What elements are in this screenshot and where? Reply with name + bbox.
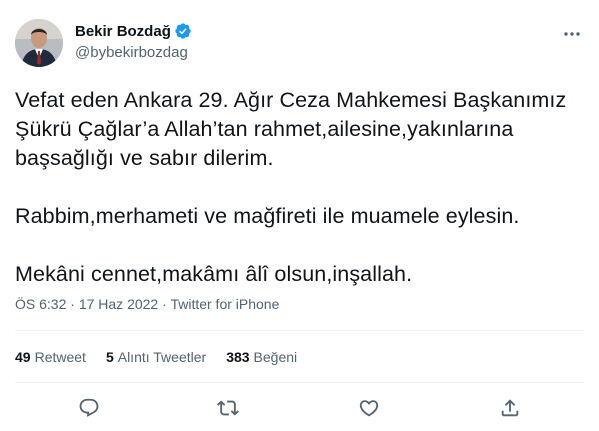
tweet-paragraph: Mekâni cennet,makâmı âlî olsun,inşallah. [15,262,413,286]
divider [15,382,584,383]
more-dots-icon [564,32,580,36]
heart-icon [359,400,379,417]
meta-separator: · [70,296,79,312]
share-button[interactable] [498,396,522,420]
like-button[interactable] [357,396,381,420]
share-icon [501,399,519,417]
tweet-source[interactable]: Twitter for iPhone [170,296,279,312]
reply-button[interactable] [77,396,101,420]
verified-badge-icon [174,22,192,40]
retweets-count: 49 [15,349,31,365]
tweet-date[interactable]: 17 Haz 2022 [79,296,158,312]
retweet-icon [217,400,239,416]
quotes-label: Alıntı Tweetler [117,349,207,365]
display-name[interactable]: Bekir Bozdağ [75,23,171,40]
tweet-card: Bekir Bozdağ @bybekirbozdag Vefat eden A… [0,0,599,431]
tweet-paragraph: Vefat eden Ankara 29. Ağır Ceza Mahkemes… [15,88,567,170]
likes-count: 383 [226,349,250,365]
author-name-row[interactable]: Bekir Bozdağ [75,22,192,40]
reply-icon [79,398,99,417]
likes-label: Beğeni [253,349,298,365]
author-handle[interactable]: @bybekirbozdag [75,44,188,61]
likes-stat[interactable]: 383 Beğeni [226,349,297,365]
tweet-stats: 49 Retweet 5 Alıntı Tweetler 383 Beğeni [15,349,317,365]
retweets-stat[interactable]: 49 Retweet [15,349,86,365]
avatar[interactable] [15,19,63,67]
tweet-text: Vefat eden Ankara 29. Ağır Ceza Mahkemes… [15,86,585,289]
tweet-meta: ÖS 6:32 · 17 Haz 2022 · Twitter for iPho… [15,296,279,312]
quote-tweets-stat[interactable]: 5 Alıntı Tweetler [106,349,206,365]
more-options-button[interactable] [562,24,582,44]
tweet-time[interactable]: ÖS 6:32 [15,296,66,312]
quotes-count: 5 [105,349,114,365]
tweet-actions [0,396,599,424]
tweet-paragraph: Rabbim,merhameti ve mağfireti ile muamel… [15,204,520,228]
retweet-button[interactable] [216,396,240,420]
divider [15,330,584,331]
retweets-label: Retweet [34,349,86,365]
avatar-image [15,19,63,67]
